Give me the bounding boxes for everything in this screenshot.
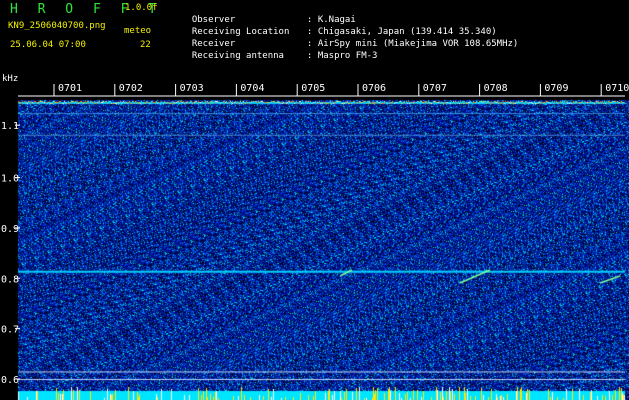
x-tick-label: 0707 — [423, 83, 447, 94]
y-tick-label: 0.7 — [1, 325, 19, 336]
y-axis-unit: kHz — [2, 74, 19, 84]
x-tick-label: 0708 — [484, 83, 508, 94]
y-tick-label: 0.9 — [1, 224, 19, 235]
x-tick-label: 0701 — [58, 83, 82, 94]
x-tick-label: 0709 — [544, 83, 568, 94]
x-tick-label: 0710 — [605, 83, 629, 94]
y-tick-label: 1.1 — [1, 121, 19, 132]
x-tick-label: 0703 — [180, 83, 204, 94]
y-tick-label: 1.0 — [1, 174, 19, 185]
x-tick-label: 0706 — [362, 83, 386, 94]
y-tick-label: 0.6 — [1, 375, 19, 386]
spectrogram-axes: 0701 0702 0703 0704 0705 0706 0707 0708 0709 0710… — [1, 83, 629, 386]
x-tick-label: 0704 — [240, 83, 264, 94]
y-tick-label: 0.8 — [1, 274, 19, 285]
x-tick-label: 0705 — [301, 83, 325, 94]
x-tick-label: 0702 — [119, 83, 143, 94]
